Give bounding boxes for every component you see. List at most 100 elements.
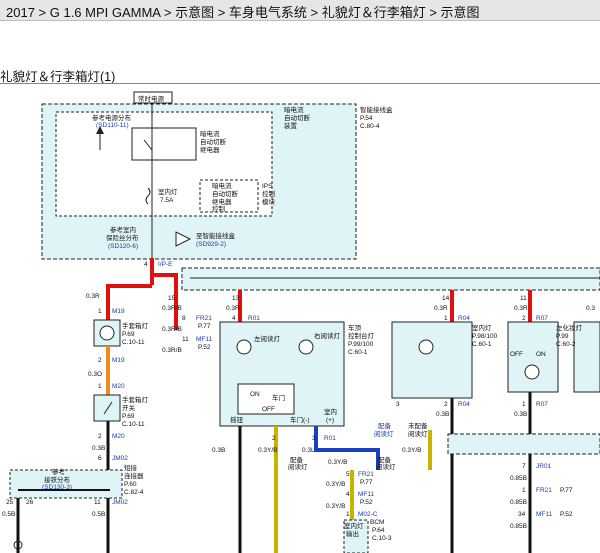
short-conn-code: C.82-4 (124, 489, 144, 496)
wire-05b-b: 0.5B (92, 511, 105, 518)
jm02-pin: 6 (98, 455, 102, 462)
wire-085b-1: 0.85B (510, 475, 527, 482)
pin-1c: 1 (522, 401, 526, 408)
wire-03r-a: 0.3R (86, 293, 100, 300)
bcm-code: C.10-3 (372, 535, 392, 542)
pin-8: 8 (182, 315, 186, 322)
relay-box (131, 127, 197, 161)
wire-03rvb-3: 0.3R/B (162, 347, 182, 354)
mf11b-page: P.52 (360, 499, 373, 506)
dark-current-device-3: 装置 (284, 121, 298, 130)
pin-2b: 2 (444, 401, 448, 408)
pin-3: 3 (312, 435, 316, 442)
pin-4: 4 (232, 315, 236, 322)
m19-pin: 1 (98, 308, 102, 315)
ips-label-2: 自动切断 (212, 189, 239, 198)
wire-03rvb-2: 0.3R/B (162, 326, 182, 333)
vanity-lamp-code: C.60-2 (556, 341, 576, 348)
pin-3b: 3 (396, 401, 400, 408)
wire-03b-b: 0.3B (436, 411, 449, 418)
room-lamp-label: 室内灯 (472, 323, 492, 332)
mf11-connector: MF11 (196, 336, 213, 343)
mf11c-connector: MF11 (536, 511, 553, 518)
pin-13: 13 (232, 295, 240, 302)
ips-label-3: 继电器 (212, 197, 232, 206)
ips-side-3: 模块 (262, 197, 276, 206)
with-lamp-small-1: 配备 (290, 455, 304, 464)
r04-connector: R04 (458, 315, 470, 322)
m20-pin: 1 (98, 383, 102, 390)
roof-switch-off: OFF (262, 406, 275, 413)
bcm-label: BCM (370, 519, 384, 526)
relay-label-3: 继电器 (200, 145, 220, 154)
bcm-out-1: 室内灯 (344, 521, 364, 530)
wire-03o: 0.3O (88, 371, 102, 378)
mf11b-connector: MF11 (358, 491, 375, 498)
wiring-diagram: 常时电源 参考电源分布 (SD110-11) 智能接线盒 P.54 C.80-4… (2, 91, 600, 553)
room-lamp-fuse-1: 室内灯 (158, 187, 178, 196)
ipe-connector: I/P-E (158, 261, 173, 268)
ref-ground-code: (SD130-3) (42, 484, 72, 491)
pin-34: 34 (518, 511, 526, 518)
pin-14: 14 (442, 295, 450, 302)
pin-1: 1 (346, 511, 350, 518)
with-lamp-mid-1: 配备 (378, 455, 392, 464)
ref-fuse-2: 保险丝分布 (106, 233, 139, 242)
smart-jb-ref: 至智能接线盒 (196, 231, 236, 240)
glove-lamp-icon (99, 325, 115, 341)
glove-lamp-code: C.10-11 (122, 339, 145, 346)
with-lamp-1: 配备 (378, 421, 392, 430)
wire-right-edge: 0.3 (586, 305, 595, 312)
wire-085b-3: 0.85B (510, 523, 527, 530)
short-conn-1: 短接 (124, 463, 138, 472)
pin-1b: 1 (444, 315, 448, 322)
wire-03r-d: 0.3R (514, 305, 528, 312)
glove-switch-code: C.10-11 (122, 421, 145, 428)
pin-4b: 4 (346, 491, 350, 498)
room-pos-2: (+) (326, 417, 334, 424)
smart-junction-code: C.80-4 (360, 123, 380, 130)
ref-ground-2: 接铁分布 (44, 475, 71, 484)
wire-03b-c: 0.3B (514, 411, 527, 418)
glove-switch-box (93, 394, 121, 422)
pin-7: 7 (522, 463, 526, 470)
smart-junction-label: 智能接线盒 (360, 105, 393, 114)
wire-03yb-e: 0.3Y/B (326, 503, 346, 510)
roof-lamp-page: P.99/100 (348, 341, 374, 348)
fr21c-connector: FR21 (536, 487, 552, 494)
wire-03rvb-1: 0.3R/B (162, 305, 182, 312)
pin-26: 26 (26, 499, 34, 506)
ref-fuse-code: (SD120-6) (108, 243, 138, 250)
right-edge-box (573, 321, 600, 393)
mf11c-page: P.52 (560, 511, 573, 518)
pin-1d: 1 (522, 487, 526, 494)
with-lamp-small-2: 阅读灯 (288, 462, 308, 471)
right-bus-box (181, 267, 600, 291)
room-lamp-fuse-2: 7.5A (160, 197, 174, 204)
with-lamp-2: 阅读灯 (374, 429, 394, 438)
vanity-lamp-icon (524, 364, 540, 380)
m20b-connector: M20 (112, 433, 125, 440)
wire-03r-b: 0.3R (226, 305, 240, 312)
vanity-on: ON (536, 351, 546, 358)
dark-current-device-1: 暗电流 (284, 105, 304, 114)
roof-switch-door: 车门 (272, 393, 285, 402)
roof-switch-label: 摇钮 (230, 415, 244, 424)
m19b-connector: M19 (112, 357, 125, 364)
vanity-lamp-label: 左化妆灯 (556, 323, 583, 332)
bcm-page: P.64 (372, 527, 385, 534)
ips-label-1: 暗电流 (212, 181, 232, 190)
r01-connector: R01 (248, 315, 260, 322)
always-power-label: 常时电源 (138, 94, 165, 103)
m19b-pin: 2 (98, 357, 102, 364)
ref-power-code: (SD110-11) (96, 122, 129, 129)
m02c-connector: M02-C (358, 511, 378, 518)
fr21-page: P.77 (198, 323, 211, 330)
relay-label-2: 自动切断 (200, 137, 227, 146)
wire-03b: 0.3B (92, 445, 105, 452)
smart-junction-page: P.54 (360, 115, 373, 122)
room-lamp-code: C.60-1 (472, 341, 492, 348)
lower-bus-box (447, 433, 600, 455)
glove-switch-label-2: 开关 (122, 403, 136, 412)
ips-side-1: IPS (262, 183, 273, 190)
